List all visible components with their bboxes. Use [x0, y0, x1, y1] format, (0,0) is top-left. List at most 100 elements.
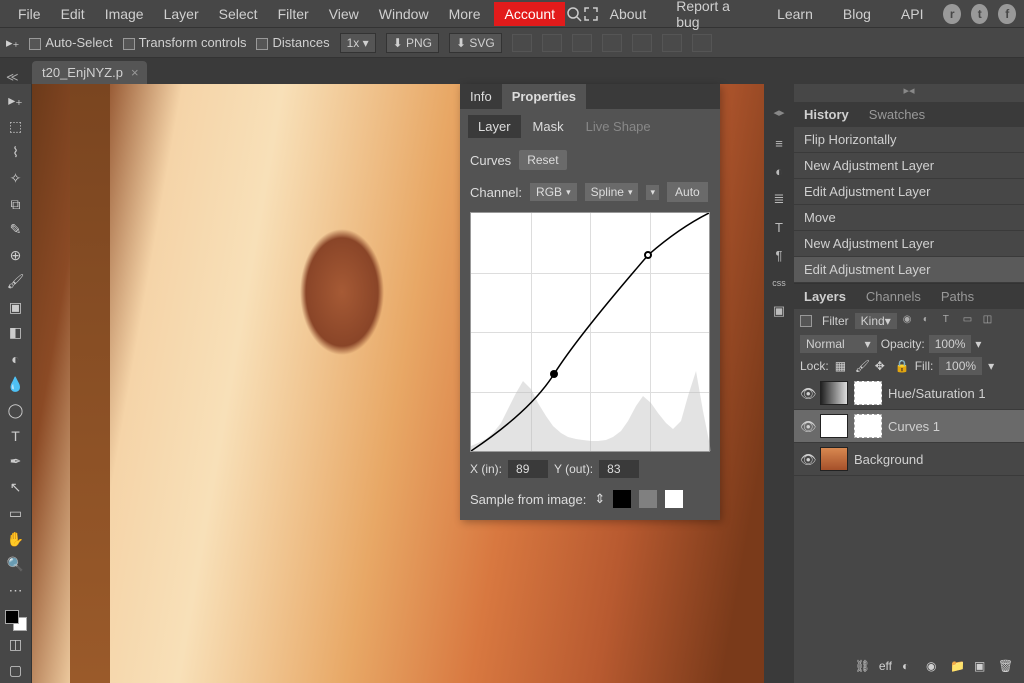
blend-mode-select[interactable]: Normal ▾ [800, 335, 877, 353]
lasso-tool[interactable]: ⌇ [4, 141, 28, 165]
history-icon[interactable]: ≡ [770, 134, 788, 152]
curve-point[interactable] [550, 370, 558, 378]
export-svg-button[interactable]: ⬇ SVG [449, 33, 502, 53]
align-top-icon[interactable] [602, 34, 622, 52]
type-tool[interactable]: T [4, 424, 28, 448]
lock-position-icon[interactable]: ✥ [875, 359, 889, 373]
new-layer-icon[interactable]: ▣ [974, 659, 988, 673]
move-tool[interactable]: ▸₊ [4, 89, 28, 113]
menu-filter[interactable]: Filter [268, 2, 319, 26]
document-tab[interactable]: t20_EnjNYZ.p × [32, 61, 147, 84]
curves-graph[interactable] [470, 212, 710, 452]
dodge-tool[interactable]: ◯ [4, 398, 28, 422]
y-value[interactable]: 83 [599, 460, 639, 478]
link-learn[interactable]: Learn [767, 2, 823, 26]
lock-image-icon[interactable]: 🖌 [855, 359, 869, 373]
extra-tool[interactable]: ⋯ [4, 579, 28, 603]
tab-paths[interactable]: Paths [931, 284, 984, 309]
text-icon[interactable]: T [770, 218, 788, 236]
x-value[interactable]: 89 [508, 460, 548, 478]
curve-point[interactable] [644, 251, 652, 259]
distribute-v-icon[interactable] [662, 34, 682, 52]
heal-tool[interactable]: ⊕ [4, 244, 28, 268]
menu-select[interactable]: Select [209, 2, 268, 26]
tab-scroll-icon[interactable]: ≪ [6, 70, 19, 84]
filter-kind-select[interactable]: Kind ▾ [855, 313, 897, 329]
filter-type-icon[interactable]: T [943, 314, 957, 328]
menu-account[interactable]: Account [494, 2, 565, 26]
extra-select[interactable] [646, 185, 659, 200]
menu-window[interactable]: Window [369, 2, 439, 26]
menu-more[interactable]: More [439, 2, 491, 26]
pen-tool[interactable]: ✒ [4, 450, 28, 474]
tab-swatches[interactable]: Swatches [859, 102, 935, 127]
history-item[interactable]: Edit Adjustment Layer [794, 179, 1024, 205]
history-item[interactable]: Move [794, 205, 1024, 231]
sample-black[interactable] [613, 490, 631, 508]
fill-input[interactable]: 100% [939, 357, 982, 375]
path-tool[interactable]: ↖ [4, 476, 28, 500]
twitter-icon[interactable]: t [971, 4, 989, 24]
brush-tool[interactable]: 🖌 [4, 269, 28, 293]
hand-tool[interactable]: ✋ [4, 527, 28, 551]
history-item[interactable]: Edit Adjustment Layer [794, 257, 1024, 283]
sample-eyedropper-icon[interactable]: ⇕ [594, 491, 605, 507]
align-left-icon[interactable] [512, 34, 532, 52]
eyedropper-tool[interactable]: ✎ [4, 218, 28, 242]
auto-button[interactable]: Auto [667, 182, 708, 202]
menu-image[interactable]: Image [95, 2, 154, 26]
history-item[interactable]: Flip Horizontally [794, 127, 1024, 153]
filter-pixel-icon[interactable]: ◉ [903, 314, 917, 328]
adjustment-icon[interactable]: ◉ [926, 659, 940, 673]
search-icon[interactable] [565, 5, 582, 23]
shape-tool[interactable]: ▭ [4, 502, 28, 526]
interpolation-select[interactable]: Spline [585, 183, 639, 201]
eraser-tool[interactable]: ◧ [4, 321, 28, 345]
filter-smart-icon[interactable]: ◫ [983, 314, 997, 328]
blur-tool[interactable]: 💧 [4, 373, 28, 397]
character-icon[interactable]: ≣ [770, 190, 788, 208]
auto-select-checkbox[interactable]: Auto-Select [29, 35, 112, 50]
delete-icon[interactable]: 🗑 [998, 659, 1012, 673]
history-item[interactable]: New Adjustment Layer [794, 153, 1024, 179]
distances-checkbox[interactable]: Distances [256, 35, 329, 50]
menu-layer[interactable]: Layer [154, 2, 209, 26]
expand-icon[interactable]: ▸◂ [794, 84, 1024, 102]
export-png-button[interactable]: ⬇ PNG [386, 33, 439, 53]
align-center-icon[interactable] [542, 34, 562, 52]
lock-all-icon[interactable]: 🔒 [895, 359, 909, 373]
layer-mask-thumbnail[interactable] [854, 381, 882, 405]
mask-icon[interactable]: ◐ [902, 659, 916, 673]
quickmask-icon[interactable]: ◫ [4, 632, 28, 656]
zoom-select[interactable]: 1x ▾ [340, 33, 376, 53]
menu-edit[interactable]: Edit [51, 2, 95, 26]
history-item[interactable]: New Adjustment Layer [794, 231, 1024, 257]
lock-transparency-icon[interactable]: ▦ [835, 359, 849, 373]
stamp-tool[interactable]: ▣ [4, 295, 28, 319]
filter-checkbox[interactable] [800, 315, 812, 327]
align-right-icon[interactable] [572, 34, 592, 52]
tab-info[interactable]: Info [460, 84, 502, 109]
filter-adjust-icon[interactable]: ◐ [923, 314, 937, 328]
layer-row[interactable]: 👁 Background [794, 443, 1024, 476]
menu-view[interactable]: View [319, 2, 369, 26]
tab-properties[interactable]: Properties [502, 84, 586, 109]
tab-channels[interactable]: Channels [856, 284, 931, 309]
crop-tool[interactable]: ⧉ [4, 192, 28, 216]
more-align-icon[interactable] [692, 34, 712, 52]
opacity-dropdown-icon[interactable]: ▾ [975, 337, 981, 351]
fullscreen-icon[interactable] [582, 5, 599, 23]
link-api[interactable]: API [891, 2, 934, 26]
facebook-icon[interactable]: f [998, 4, 1016, 24]
layer-row[interactable]: 👁 Curves 1 [794, 410, 1024, 443]
channel-select[interactable]: RGB [530, 183, 577, 201]
paragraph-icon[interactable]: ¶ [770, 246, 788, 264]
distribute-h-icon[interactable] [632, 34, 652, 52]
opacity-input[interactable]: 100% [929, 335, 972, 353]
sample-white[interactable] [665, 490, 683, 508]
menu-file[interactable]: File [8, 2, 51, 26]
gradient-tool[interactable]: ◐ [4, 347, 28, 371]
marquee-tool[interactable]: ⬚ [4, 115, 28, 139]
fg-bg-colors[interactable] [5, 610, 27, 632]
layer-row[interactable]: 👁 Hue/Saturation 1 [794, 377, 1024, 410]
